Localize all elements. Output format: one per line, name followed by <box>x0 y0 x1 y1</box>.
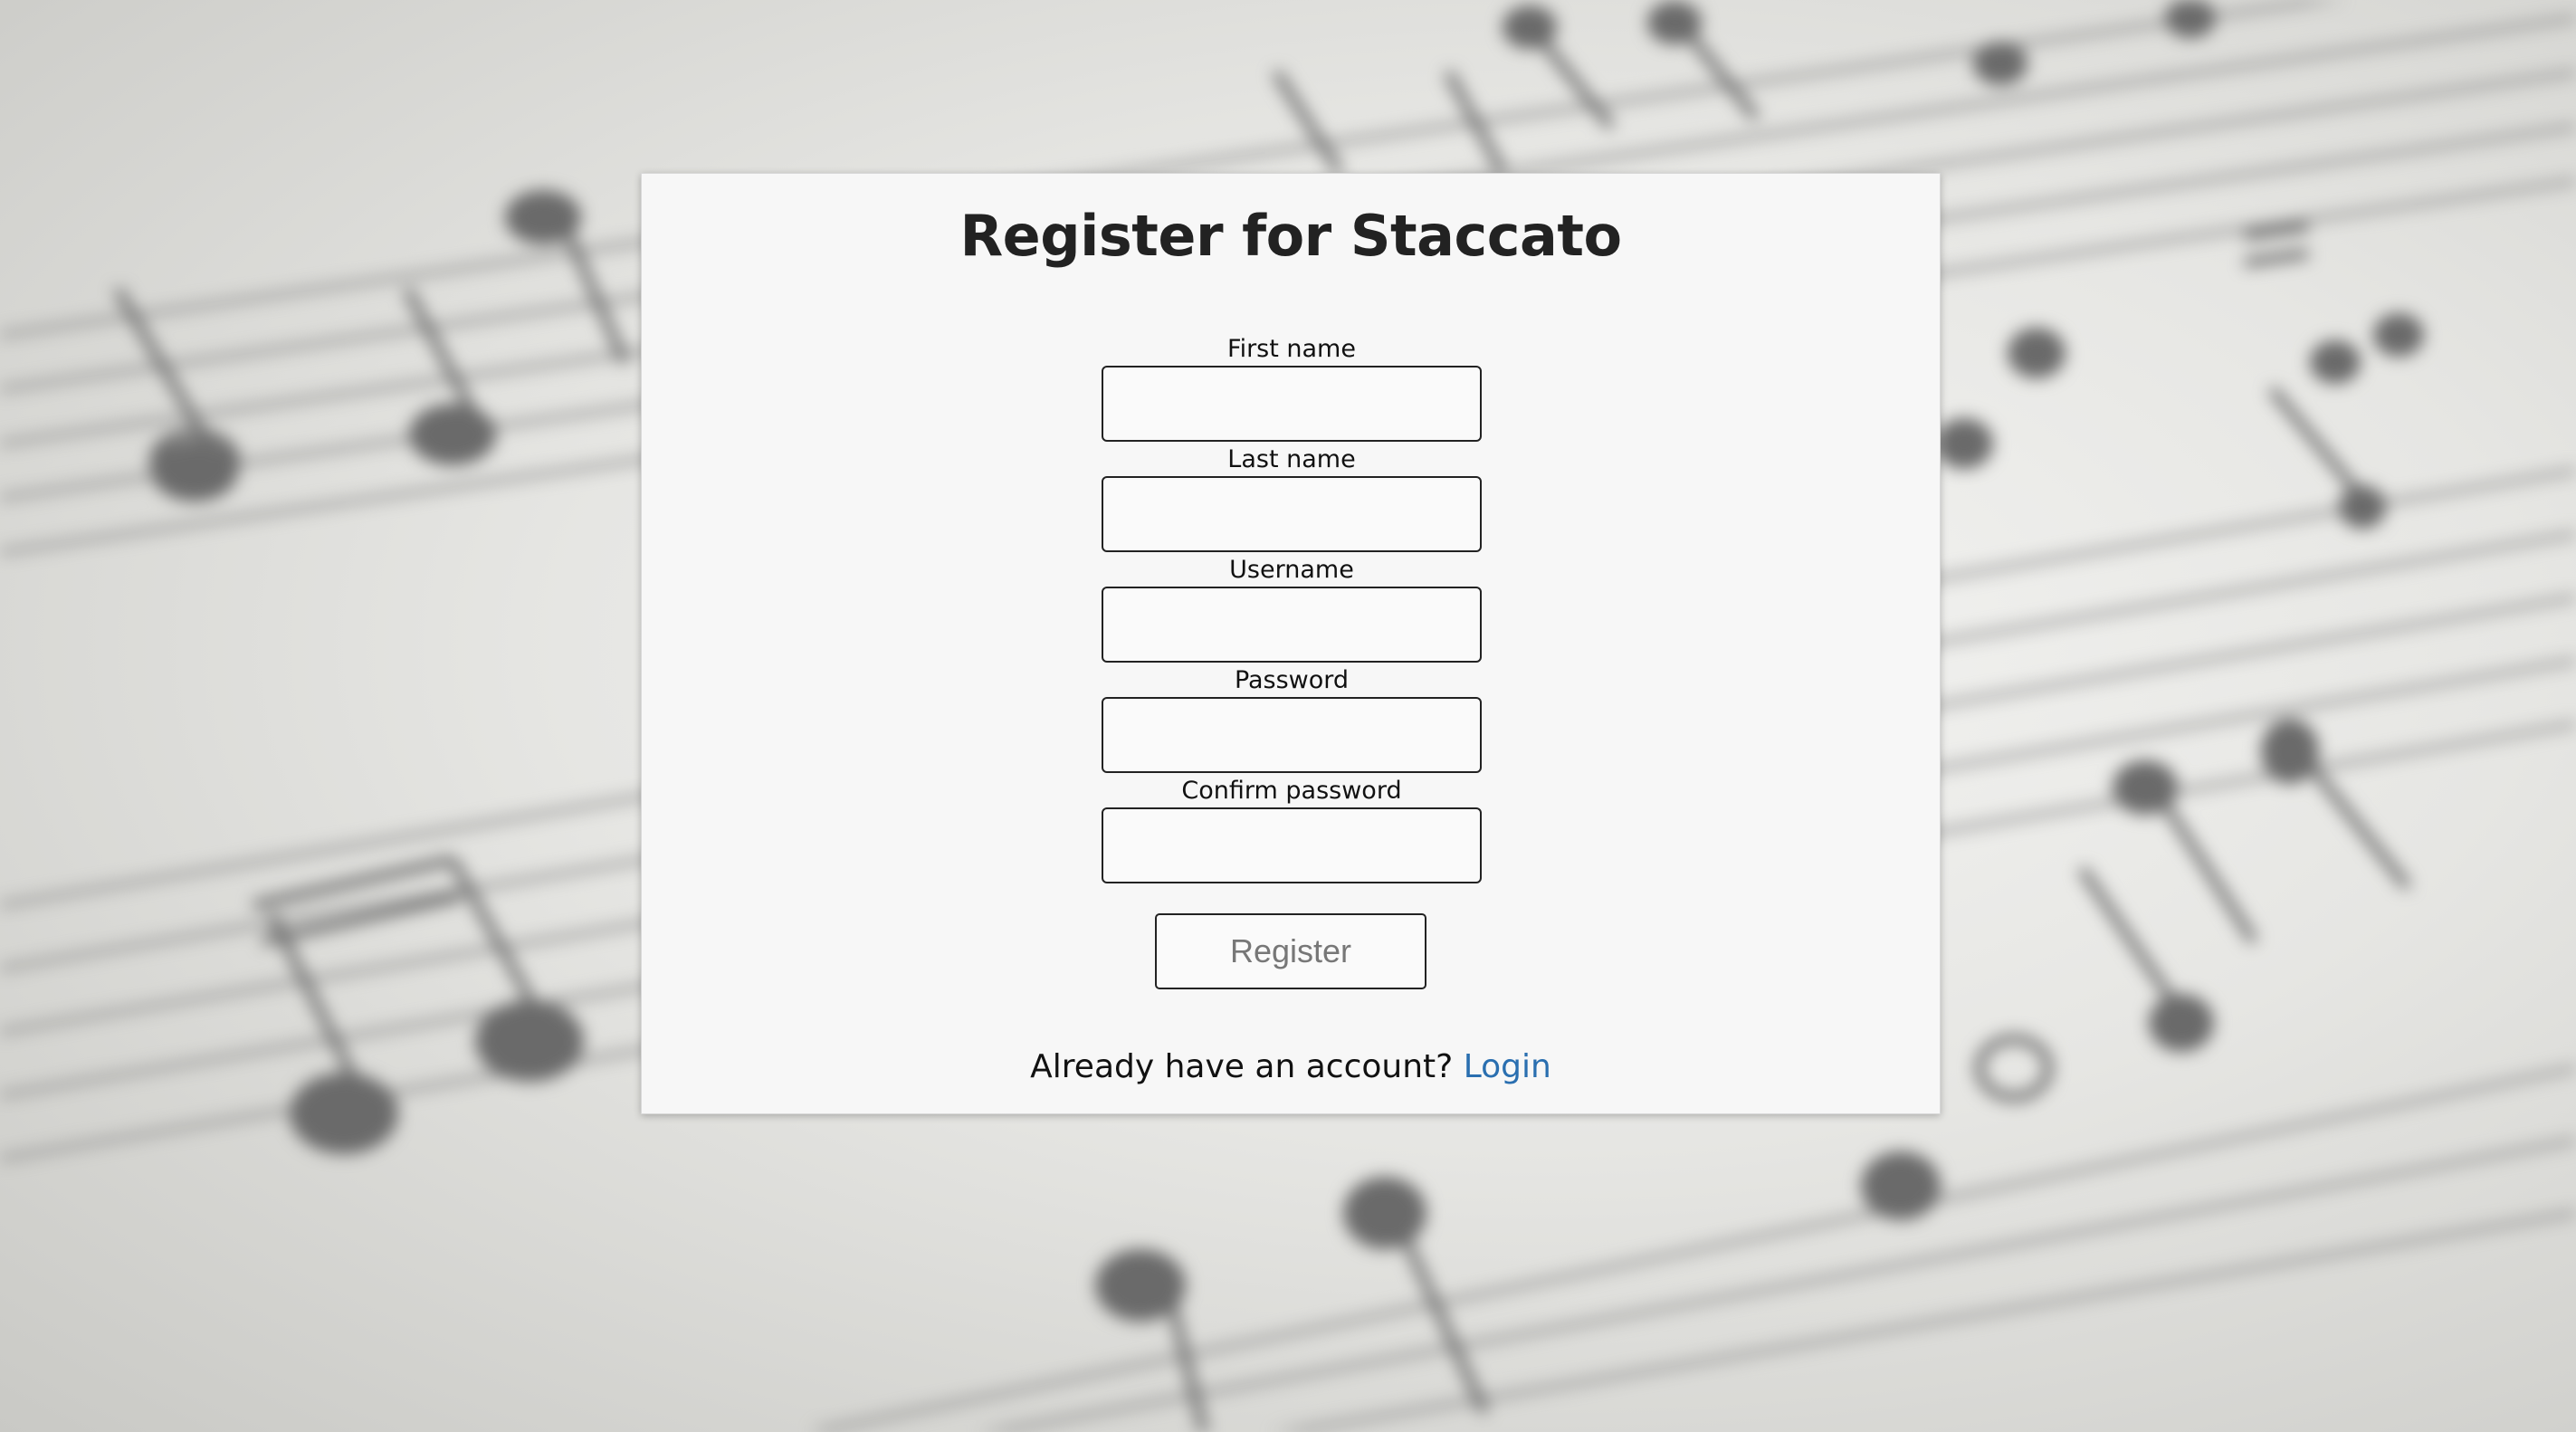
first-name-input[interactable] <box>1102 366 1482 442</box>
last-name-label: Last name <box>1227 445 1356 473</box>
username-label: Username <box>1229 556 1354 584</box>
login-link[interactable]: Login <box>1464 1048 1551 1085</box>
login-prompt-text: Already have an account? <box>1030 1048 1454 1085</box>
first-name-field: First name <box>1102 335 1482 442</box>
password-label: Password <box>1234 666 1350 694</box>
page-title: Register for Staccato <box>959 203 1622 269</box>
password-field: Password <box>1102 666 1482 773</box>
confirm-password-field: Confirm password <box>1102 777 1482 883</box>
register-card: Register for Staccato First name Last na… <box>641 173 1941 1114</box>
last-name-input[interactable] <box>1102 476 1482 552</box>
password-input[interactable] <box>1102 697 1482 773</box>
login-prompt: Already have an account? Login <box>642 1048 1940 1085</box>
last-name-field: Last name <box>1102 445 1482 552</box>
first-name-label: First name <box>1227 335 1356 363</box>
confirm-password-label: Confirm password <box>1181 777 1402 805</box>
username-input[interactable] <box>1102 587 1482 663</box>
register-button[interactable]: Register <box>1155 913 1426 989</box>
username-field: Username <box>1102 556 1482 663</box>
confirm-password-input[interactable] <box>1102 807 1482 883</box>
